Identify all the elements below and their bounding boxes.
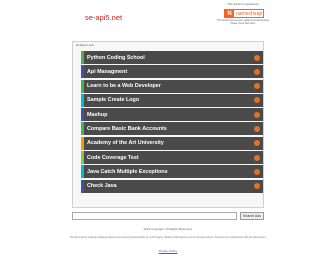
- arrow-right-icon: [254, 140, 260, 147]
- related-link-label: Code Coverage Test: [87, 154, 139, 161]
- accent-bar: [81, 136, 84, 150]
- related-link-label: Python Coding School: [87, 54, 145, 61]
- related-link-label: Java Catch Multiple Exceptions: [87, 168, 168, 175]
- promo-small-text: This domain is registered at: [227, 3, 259, 6]
- copyright-text: 2023 Copyright. All Rights Reserved.: [143, 227, 193, 231]
- related-link-item[interactable]: Api Managment: [81, 65, 263, 79]
- accent-bar: [81, 108, 84, 122]
- arrow-right-icon: [254, 68, 260, 75]
- namecheap-icon: N: [225, 9, 234, 18]
- related-link-item[interactable]: Code Coverage Test: [81, 151, 263, 165]
- arrow-right-icon: [254, 168, 260, 175]
- related-link-item[interactable]: Check Java: [81, 179, 263, 193]
- arrow-right-icon: [254, 111, 260, 118]
- related-link-label: Sample Create Logo: [87, 97, 140, 104]
- search-button[interactable]: Search Ads: [240, 212, 264, 220]
- accent-bar: [81, 79, 84, 93]
- disclaimer-text: The Sponsored Listings displayed above a…: [69, 236, 267, 239]
- accent-bar: [81, 179, 84, 193]
- accent-bar: [81, 93, 84, 107]
- arrow-right-icon: [254, 83, 260, 90]
- accent-bar: [81, 122, 84, 136]
- related-link-item[interactable]: Java Catch Multiple Exceptions: [81, 165, 263, 179]
- related-link-item[interactable]: Learn to be a Web Developer: [81, 79, 263, 93]
- arrow-right-icon: [254, 154, 260, 161]
- related-link-label: Compare Basic Bank Accounts: [87, 125, 167, 132]
- arrow-right-icon: [254, 125, 260, 132]
- search-input[interactable]: [72, 212, 237, 220]
- related-link-label: Api Managment: [87, 68, 128, 75]
- related-link-item[interactable]: Mashup: [81, 108, 263, 122]
- related-link-label: Mashup: [87, 111, 108, 118]
- header: se-api5.net This domain is registered at…: [0, 0, 336, 38]
- related-links-panel: Related Links Python Coding School Api Ma…: [72, 41, 264, 208]
- promo-description: This domain was recently registered at N…: [216, 20, 270, 25]
- arrow-right-icon: [254, 183, 260, 190]
- arrow-right-icon: [254, 97, 260, 104]
- related-link-label: Check Java: [87, 183, 117, 190]
- arrow-right-icon: [254, 54, 260, 61]
- related-link-label: Academy of the Art University: [87, 140, 164, 147]
- related-link-label: Learn to be a Web Developer: [87, 83, 161, 90]
- related-link-item[interactable]: Sample Create Logo: [81, 93, 263, 107]
- accent-bar: [81, 151, 84, 165]
- related-link-item[interactable]: Academy of the Art University: [81, 136, 263, 150]
- accent-bar: [81, 65, 84, 79]
- accent-bar: [81, 51, 84, 64]
- related-link-item[interactable]: Compare Basic Bank Accounts: [81, 122, 263, 136]
- related-links-label: Related Links: [76, 43, 95, 47]
- accent-bar: [81, 165, 84, 179]
- privacy-policy-link[interactable]: Privacy Policy: [0, 249, 336, 253]
- namecheap-text: namecheap: [236, 10, 263, 17]
- search-row: Search Ads: [72, 212, 264, 220]
- related-links-list: Python Coding School Api Managment Learn t…: [81, 51, 263, 194]
- namecheap-logo[interactable]: N namecheap: [224, 9, 264, 18]
- site-title[interactable]: se-api5.net: [85, 13, 122, 22]
- related-link-item[interactable]: Python Coding School: [81, 51, 263, 64]
